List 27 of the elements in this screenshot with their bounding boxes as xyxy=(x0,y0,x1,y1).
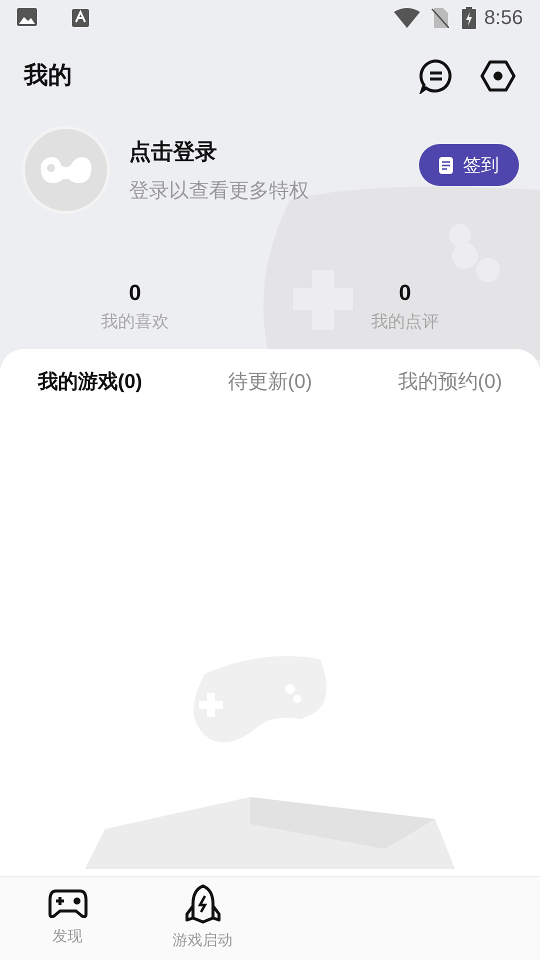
no-sim-icon xyxy=(431,8,450,28)
rocket-icon xyxy=(184,884,222,924)
check-in-button[interactable]: 签到 xyxy=(419,144,519,186)
nav-tab[interactable]: 发现 xyxy=(0,877,135,960)
settings-icon[interactable] xyxy=(480,60,516,92)
stat-value: 0 xyxy=(398,279,412,307)
battery-charging-icon xyxy=(462,7,476,29)
status-time: 8:56 xyxy=(484,6,523,31)
stat-label[interactable]: 我的喜欢 xyxy=(101,309,169,334)
nav-tab[interactable]: 游戏启动 xyxy=(135,877,270,960)
nav-label: 发现 xyxy=(52,927,82,948)
login-prompt[interactable]: 点击登录 xyxy=(129,134,419,168)
tab[interactable]: 待更新(0) xyxy=(228,366,312,396)
login-hint: 登录以查看更多特权 xyxy=(129,178,310,204)
image-icon xyxy=(17,8,37,28)
tab[interactable]: 我的预约(0) xyxy=(398,366,502,396)
tab[interactable]: 我的游戏(0) xyxy=(38,366,142,396)
stat-value: 0 xyxy=(128,279,142,307)
gamepad-icon xyxy=(48,888,88,920)
font-icon xyxy=(72,9,89,27)
gamepad-icon xyxy=(39,155,93,185)
note-icon xyxy=(439,156,453,174)
message-icon[interactable] xyxy=(418,58,454,94)
nav-label: 游戏启动 xyxy=(172,931,232,952)
stat-label[interactable]: 我的点评 xyxy=(371,309,439,334)
page-title: 我的 xyxy=(24,61,72,91)
wifi-icon xyxy=(394,8,420,28)
